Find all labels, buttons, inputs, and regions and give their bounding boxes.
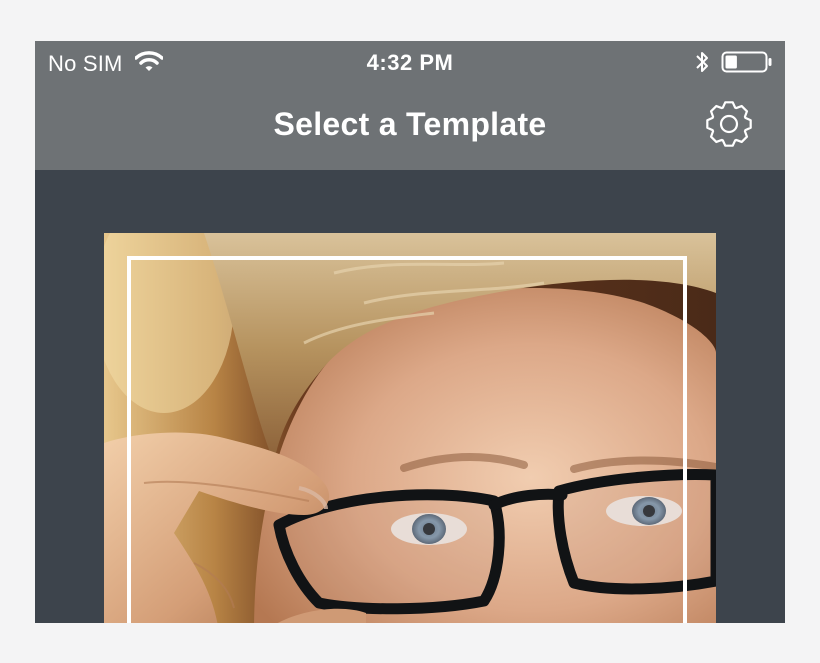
bluetooth-icon <box>695 50 709 79</box>
status-right <box>695 50 773 79</box>
navigation-bar: Select a Template <box>35 81 785 170</box>
clock: 4:32 PM <box>366 50 454 75</box>
app-screen: No SIM 4:32 PM Select a Template <box>35 41 785 623</box>
settings-button[interactable] <box>703 98 755 150</box>
gear-icon <box>706 101 752 147</box>
template-list <box>35 170 785 623</box>
template-card[interactable] <box>104 233 716 623</box>
template-frame <box>127 256 687 623</box>
status-bar: No SIM 4:32 PM <box>35 41 785 81</box>
page-title: Select a Template <box>273 106 547 142</box>
battery-icon <box>721 51 773 78</box>
